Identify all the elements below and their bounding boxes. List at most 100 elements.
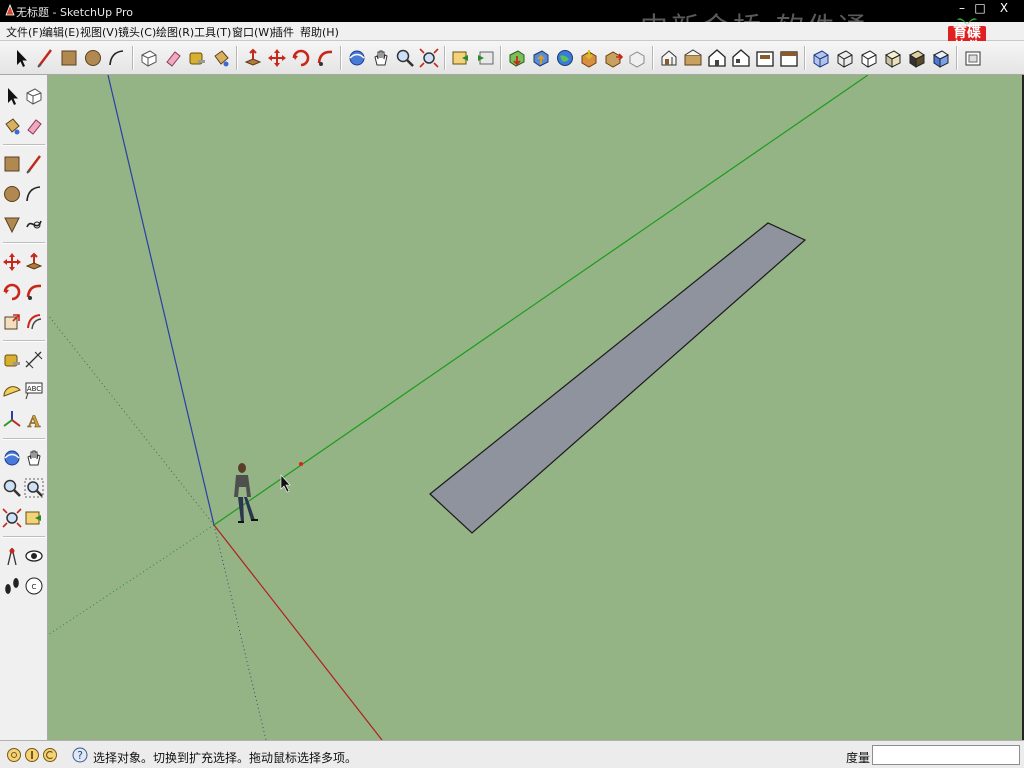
tool-tape-measure-button[interactable] — [1, 349, 23, 371]
tool-position-camera-button[interactable] — [1, 545, 23, 567]
toolbar-paint-bucket-button[interactable] — [210, 47, 232, 69]
menu-draw[interactable]: 绘图(R) — [156, 24, 194, 40]
menu-camera[interactable]: 镜头(C) — [118, 24, 156, 40]
tool-follow-me-button[interactable] — [23, 281, 45, 303]
green-axis-negative — [48, 524, 215, 636]
toolbar-left-view-button[interactable] — [778, 47, 800, 69]
toolbar-follow-me-button[interactable] — [314, 47, 336, 69]
tool-look-around-button[interactable] — [23, 545, 45, 567]
tool-walk-button[interactable] — [1, 575, 23, 597]
tool-eraser-button[interactable] — [23, 115, 45, 137]
tool-freehand-button[interactable] — [23, 213, 45, 235]
menu-help[interactable]: 帮助(H) — [300, 24, 339, 40]
tool-zoom-window-button[interactable] — [23, 477, 45, 499]
tool-orbit-button[interactable] — [1, 447, 23, 469]
tool-zoom-button[interactable] — [1, 477, 23, 499]
tool-previous-view-button[interactable] — [23, 507, 45, 529]
tool-scale-button[interactable] — [1, 311, 23, 333]
toolbar-3d-warehouse-button[interactable] — [578, 47, 600, 69]
maximize-button[interactable]: □ — [970, 1, 990, 15]
tool-push-pull-button[interactable] — [23, 251, 45, 273]
toolbar-google-earth-button[interactable] — [554, 47, 576, 69]
toolbar-zoom-button[interactable] — [394, 47, 416, 69]
tool-polygon-button[interactable] — [1, 213, 23, 235]
tool-make-component-button[interactable] — [23, 85, 45, 107]
tool-line-button[interactable] — [23, 153, 45, 175]
toolbar-iso-view-button[interactable] — [658, 47, 680, 69]
tool-zoom-extents-button[interactable] — [1, 507, 23, 529]
zoom-extents-icon — [418, 47, 440, 69]
menu-file[interactable]: 文件(F) — [6, 24, 43, 40]
tool-circle-button[interactable] — [1, 183, 23, 205]
toolbar-layer-button[interactable] — [962, 47, 984, 69]
toolbar-orbit-button[interactable] — [346, 47, 368, 69]
model-canvas[interactable] — [48, 75, 1024, 740]
toolbar-shaded-button[interactable] — [882, 47, 904, 69]
toolbar-component-dynamic-button[interactable] — [626, 47, 648, 69]
toolbar-share-component-button[interactable] — [602, 47, 624, 69]
toolbar-right-view-button[interactable] — [730, 47, 752, 69]
eraser-icon — [162, 47, 184, 69]
toolbar-separator — [3, 536, 45, 537]
toolbar-rotate-button[interactable] — [290, 47, 312, 69]
toolbar-pan-button[interactable] — [370, 47, 392, 69]
toolbar-share-model-button[interactable] — [530, 47, 552, 69]
toolbar-eraser-button[interactable] — [162, 47, 184, 69]
toolbar-top-view-button[interactable] — [682, 47, 704, 69]
toolbar-get-models-button[interactable] — [506, 47, 528, 69]
toolbar-shaded-textures-button[interactable] — [906, 47, 928, 69]
tool-move-button[interactable] — [1, 251, 23, 273]
toolbar-push-pull-button[interactable] — [242, 47, 264, 69]
menu-tools[interactable]: 工具(T) — [194, 24, 231, 40]
tool-select-button[interactable] — [1, 85, 23, 107]
rectangle-face[interactable] — [429, 222, 807, 534]
toolbar-move-button[interactable] — [266, 47, 288, 69]
tool-paint-bucket-button[interactable] — [1, 115, 23, 137]
tool-offset-button[interactable] — [23, 311, 45, 333]
toolbar-back-view-button[interactable] — [754, 47, 776, 69]
toolbar-rectangle-button[interactable] — [58, 47, 80, 69]
move-icon — [266, 47, 288, 69]
tool-axes-button[interactable] — [1, 409, 23, 431]
toolbar-circle-button[interactable] — [82, 47, 104, 69]
paint-bucket-icon — [1, 115, 23, 137]
measurements-label: 度量 — [846, 751, 871, 765]
geo-location-icon[interactable] — [6, 747, 22, 763]
toolbar-hidden-line-button[interactable] — [858, 47, 880, 69]
tool-rotate-button[interactable] — [1, 281, 23, 303]
tool-arc-button[interactable] — [23, 183, 45, 205]
credits-icon[interactable] — [24, 747, 40, 763]
tool-pan-button[interactable] — [23, 447, 45, 469]
toolbar-front-view-button[interactable] — [706, 47, 728, 69]
toolbar-tape-measure-button[interactable] — [186, 47, 208, 69]
toolbar-line-button[interactable] — [34, 47, 56, 69]
toolbar-select-button[interactable] — [10, 47, 32, 69]
menu-plugins[interactable]: 插件 — [272, 24, 294, 40]
tool-dimension-button[interactable] — [23, 349, 45, 371]
toolbar-zoom-extents-button[interactable] — [418, 47, 440, 69]
toolbar-monochrome-button[interactable] — [930, 47, 952, 69]
rotate-icon — [290, 47, 312, 69]
menu-edit[interactable]: 编辑(E) — [42, 24, 80, 40]
scale-figure[interactable] — [234, 463, 258, 523]
user-account-icon[interactable] — [42, 747, 58, 763]
menu-window[interactable]: 窗口(W) — [232, 24, 273, 40]
toolbar-arc-button[interactable] — [106, 47, 128, 69]
tool-rectangle-button[interactable] — [1, 153, 23, 175]
minimize-button[interactable]: – — [952, 1, 972, 15]
tool-protractor-button[interactable] — [1, 379, 23, 401]
tool-section-plane-button[interactable]: C — [23, 575, 45, 597]
menu-view[interactable]: 视图(V) — [80, 24, 118, 40]
close-button[interactable]: X — [994, 1, 1014, 15]
toolbar-wireframe-button[interactable] — [834, 47, 856, 69]
toolbar-next-view-button[interactable] — [474, 47, 496, 69]
instructor-help-icon[interactable]: ? — [72, 747, 88, 763]
toolbar-make-component-button[interactable] — [138, 47, 160, 69]
push-pull-icon — [23, 251, 45, 273]
tool-3d-text-button[interactable]: A — [23, 409, 45, 431]
tool-text-button[interactable]: ABC — [23, 379, 45, 401]
toolbar-previous-view-button[interactable] — [450, 47, 472, 69]
measurements-input[interactable] — [872, 745, 1020, 765]
toolbar-xray-button[interactable] — [810, 47, 832, 69]
drawing-area[interactable] — [48, 75, 1024, 740]
